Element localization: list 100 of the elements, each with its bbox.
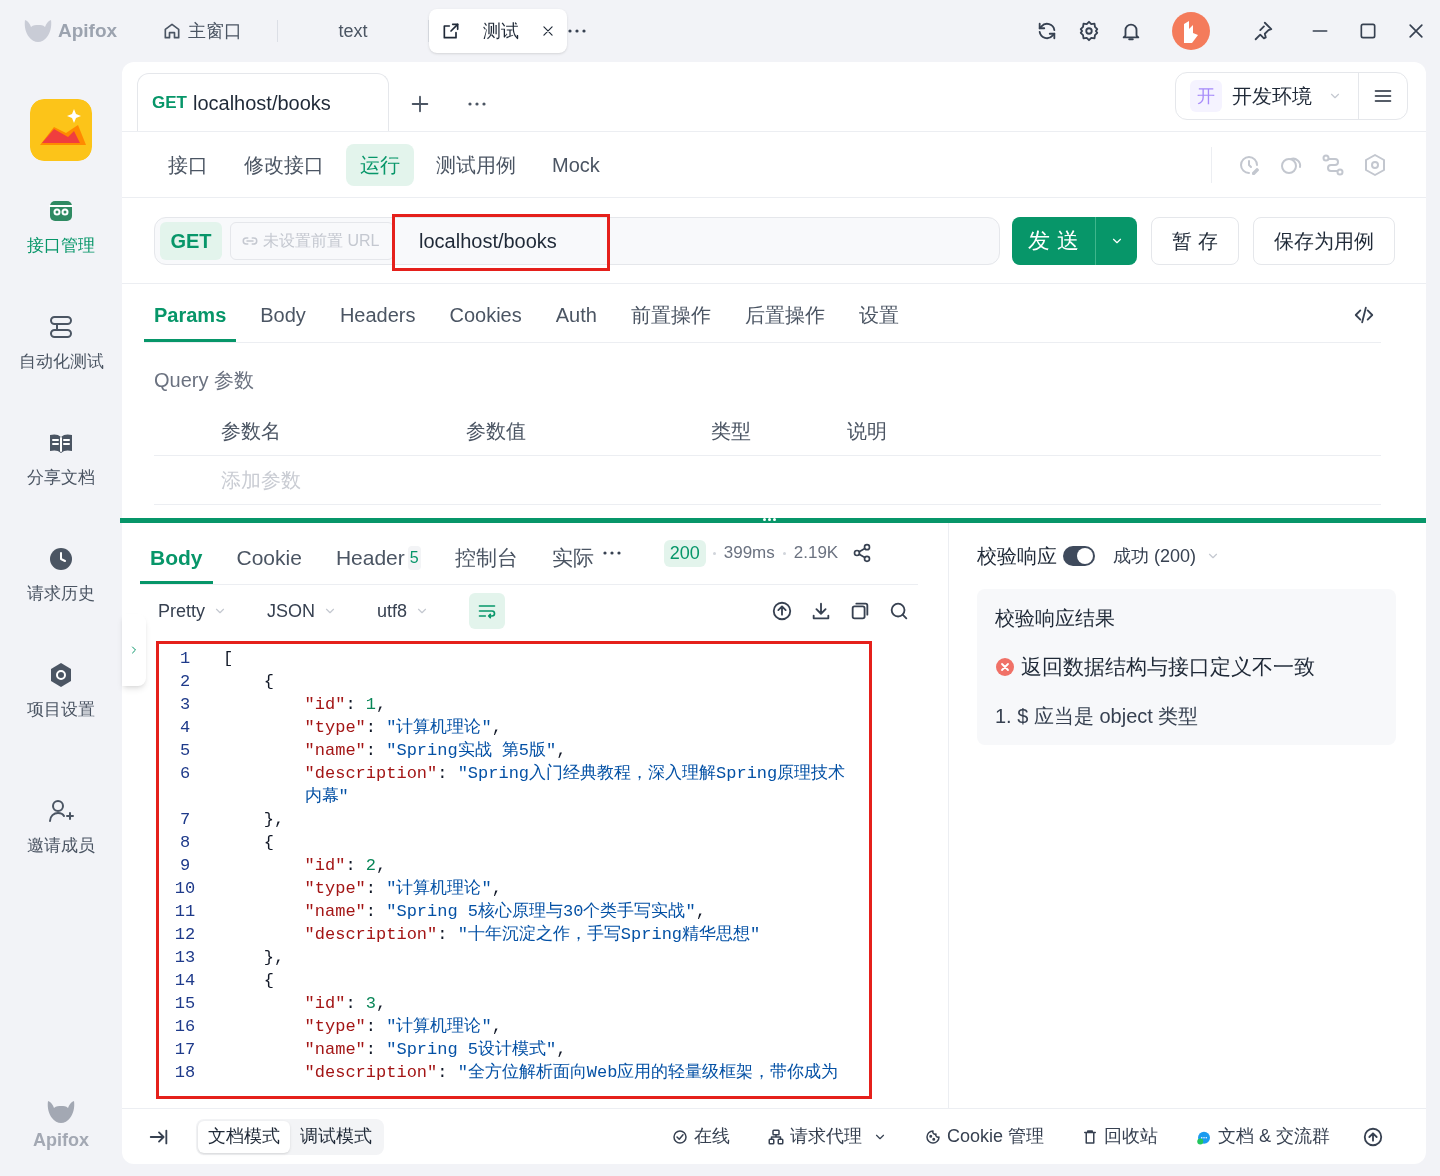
toggle-switch[interactable] — [1063, 546, 1095, 566]
environment-badge: 开 — [1190, 80, 1222, 112]
section-title: 校验响应 — [977, 544, 1057, 569]
footer-link[interactable]: 文档 & 交流群 — [1195, 1123, 1330, 1150]
code-line: "description": "十年沉淀之作，手写Spring精华思想" — [303, 923, 761, 946]
tab[interactable]: Headers — [329, 290, 426, 342]
network-icon — [766, 1127, 785, 1146]
line-number: 14 — [173, 969, 197, 992]
tab[interactable]: 前置操作 — [620, 290, 721, 342]
code-icon[interactable] — [1353, 304, 1375, 326]
request-tab[interactable]: GET localhost/books — [137, 73, 389, 131]
url-input[interactable]: localhost/books — [419, 225, 557, 256]
sidebar-item[interactable]: 邀请成员 — [6, 791, 116, 863]
code-line: "id": 2, — [303, 854, 387, 877]
tab[interactable]: 测试用例 — [422, 143, 530, 186]
format-select[interactable]: JSON — [267, 597, 338, 625]
window-tab[interactable]: 测试 — [429, 9, 567, 53]
more-icon[interactable] — [601, 550, 622, 556]
pin-icon[interactable] — [1252, 20, 1274, 42]
mode-tab[interactable]: 文档模式 — [198, 1120, 290, 1153]
footer-link[interactable]: Cookie 管理 — [923, 1123, 1044, 1150]
sidebar-item[interactable]: 自动化测试 — [6, 307, 116, 379]
tab[interactable]: 实际 — [541, 534, 604, 584]
tab[interactable]: Body — [140, 534, 213, 584]
trash-icon — [1081, 1127, 1099, 1146]
line-number: 4 — [178, 716, 192, 739]
tab[interactable]: Cookies — [439, 290, 532, 342]
more-icon[interactable] — [467, 101, 487, 107]
mode-tab[interactable]: 调试模式 — [290, 1120, 382, 1153]
upload-icon[interactable] — [770, 600, 793, 622]
column-header: 说明 — [847, 418, 888, 444]
refresh-icon[interactable] — [1036, 20, 1058, 42]
tab[interactable]: 接口 — [154, 143, 222, 186]
environment-name: 开发环境 — [1232, 84, 1312, 109]
tab[interactable]: 控制台 — [444, 534, 528, 584]
sidebar-item[interactable]: 接口管理 — [6, 191, 116, 263]
code-line: "name": "Spring 5设计模式", — [303, 1038, 567, 1061]
line-number: 2 — [178, 670, 192, 693]
home-icon — [162, 21, 182, 41]
footer-link[interactable]: 请求代理 — [766, 1123, 887, 1150]
external-link-icon — [441, 21, 461, 41]
line-number: 15 — [173, 992, 197, 1015]
error-message: 返回数据结构与接口定义不一致 — [1021, 654, 1315, 680]
line-number: 17 — [173, 1038, 197, 1061]
tab[interactable]: Mock — [538, 143, 614, 186]
hexagon-icon — [1363, 152, 1387, 177]
close-icon[interactable] — [1406, 21, 1426, 41]
save-as-case-button[interactable]: 保存为用例 — [1253, 216, 1395, 265]
close-icon[interactable] — [541, 24, 555, 38]
footer-link[interactable]: 在线 — [670, 1123, 730, 1150]
code-line: { — [262, 969, 274, 992]
maximize-icon[interactable] — [1358, 21, 1378, 41]
line-number: 18 — [173, 1061, 197, 1084]
share-icon[interactable] — [852, 543, 873, 563]
code-line: }, — [262, 808, 285, 831]
expand-handle[interactable] — [122, 614, 146, 686]
line-number: 13 — [173, 946, 197, 969]
status-badge: 200 — [663, 539, 706, 567]
tab[interactable]: Cookie — [226, 534, 312, 584]
more-icon[interactable] — [567, 28, 587, 34]
sidebar-item[interactable]: 请求历史 — [6, 539, 116, 611]
footer-link[interactable]: 回收站 — [1081, 1123, 1158, 1150]
tab[interactable]: Auth — [545, 290, 607, 342]
line-number: 9 — [178, 854, 192, 877]
code-line: [ — [223, 647, 234, 670]
app-icon[interactable] — [30, 99, 92, 161]
code-line: { — [262, 670, 274, 693]
response-case-select[interactable]: 成功 (200) — [1113, 542, 1221, 570]
invite-icon — [47, 797, 75, 825]
line-number: 6 — [178, 762, 192, 785]
tab[interactable]: Params — [144, 290, 237, 342]
line-number: 7 — [178, 808, 192, 831]
format-select[interactable]: Pretty — [158, 597, 227, 625]
sidebar-item[interactable]: 项目设置 — [6, 655, 116, 727]
history-icon — [47, 545, 75, 573]
window-tab[interactable]: 主窗口 — [127, 9, 277, 53]
card-title: 校验响应结果 — [995, 606, 1115, 631]
tab[interactable]: Body — [250, 290, 316, 342]
line-number: 1 — [178, 647, 192, 670]
line-number: 16 — [173, 1015, 197, 1038]
settings-icon[interactable] — [1078, 20, 1100, 42]
tab[interactable]: 后置操作 — [734, 290, 835, 342]
send-button[interactable]: 发 送 — [1012, 216, 1137, 265]
save-button[interactable]: 暂 存 — [1151, 216, 1239, 265]
arrow-up-circle-icon[interactable] — [1362, 1125, 1384, 1148]
code-line: "name": "Spring实战 第5版", — [303, 739, 567, 762]
format-select[interactable]: utf8 — [377, 597, 430, 625]
tab[interactable]: 修改接口 — [230, 143, 338, 186]
add-icon[interactable] — [409, 93, 431, 115]
tab[interactable]: Header 5 — [325, 534, 431, 584]
sidebar-item[interactable]: 分享文档 — [6, 423, 116, 495]
code-line: "type": "计算机理论", — [303, 1015, 502, 1038]
window-tab[interactable]: text — [278, 9, 428, 53]
error-icon — [995, 656, 1015, 677]
line-number: 8 — [178, 831, 192, 854]
code-line: 内幕" — [303, 785, 349, 808]
tab[interactable]: 设置 — [848, 290, 909, 342]
avatar-icon[interactable] — [1172, 12, 1210, 50]
column-header: 参数名 — [221, 418, 282, 444]
wrap-toggle[interactable] — [469, 593, 506, 629]
